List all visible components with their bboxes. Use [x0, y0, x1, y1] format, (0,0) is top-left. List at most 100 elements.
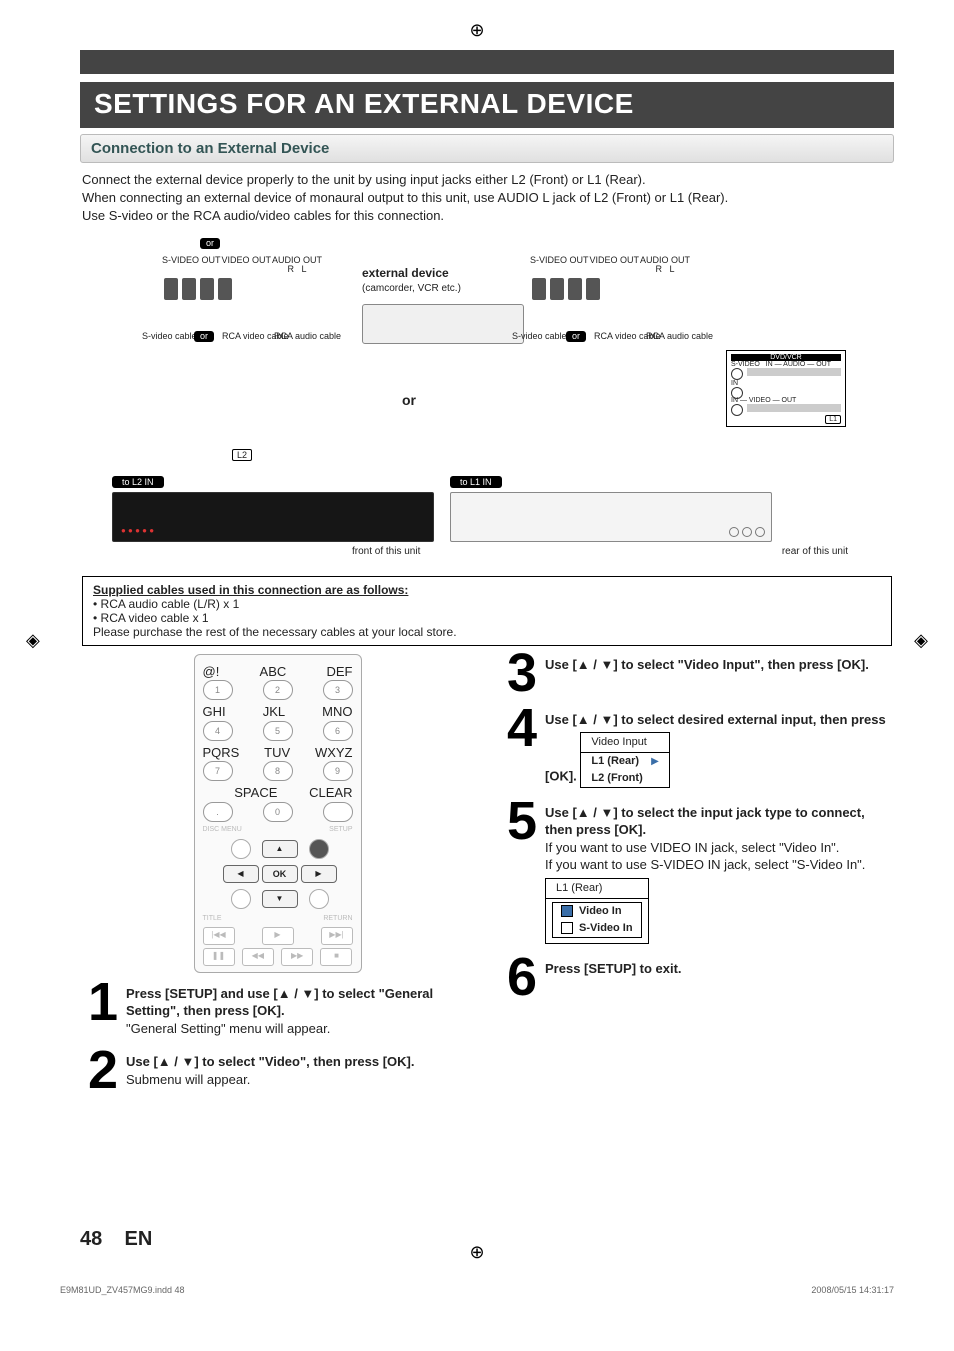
rca-audio-label: RCA audio cable [274, 331, 341, 341]
menu4-row1: L1 (Rear) [591, 754, 639, 769]
l1-badge: L1 [825, 415, 841, 424]
step-1: 1 Press [SETUP] and use [▲ / ▼] to selec… [80, 981, 475, 1038]
page-title: SETTINGS FOR AN EXTERNAL DEVICE [80, 82, 894, 128]
audio-r2: R [655, 264, 662, 274]
plug-icon [532, 278, 546, 300]
step-5-sub2: If you want to use S-VIDEO IN jack, sele… [545, 857, 865, 872]
menu5-row1: Video In [579, 904, 622, 919]
step-2-sub: Submenu will appear. [126, 1072, 250, 1087]
step-3: 3 Use [▲ / ▼] to select "Video Input", t… [499, 652, 894, 695]
port-svideo-out: S-VIDEO OUT [162, 256, 221, 276]
external-device-sub: (camcorder, VCR etc.) [362, 283, 461, 294]
ff-icon: ▶▶ [281, 948, 313, 966]
disc-menu-button [231, 839, 251, 859]
to-l2-in-label: to L2 IN [112, 476, 164, 488]
plug-icon [568, 278, 582, 300]
skip-fwd-icon: ▶▶| [321, 927, 353, 945]
rear-in-video-out: IN — VIDEO — OUT [731, 397, 841, 404]
setup-button [309, 839, 329, 859]
plug-icon [586, 278, 600, 300]
rear-in: IN [731, 380, 841, 387]
title-button [231, 889, 251, 909]
step-6: 6 Press [SETUP] to exit. [499, 956, 894, 999]
l1-rear-menu: L1 (Rear) Video In S-Video In [545, 878, 649, 944]
step-number-5: 5 [499, 800, 537, 944]
step-number-3: 3 [499, 652, 537, 695]
l2-badge: L2 [232, 449, 252, 461]
menu4-header: Video Input [581, 733, 668, 753]
rear-in-audio-out: IN — AUDIO — OUT [766, 361, 831, 368]
intro-line-3: Use S-video or the RCA audio/video cable… [82, 208, 444, 223]
skip-back-icon: |◀◀ [203, 927, 235, 945]
intro-line-1: Connect the external device properly to … [82, 172, 646, 187]
front-unit-illustration: ● ● ● ● ● [112, 492, 434, 542]
left-button: ◀ [223, 865, 259, 883]
step-number-6: 6 [499, 956, 537, 999]
plug-icon [200, 278, 214, 300]
or-pill-top-left: or [200, 238, 220, 250]
registration-mark-icon: ⊕ [469, 20, 484, 41]
step-5-main: Use [▲ / ▼] to select the input jack typ… [545, 805, 865, 838]
step-1-sub: "General Setting" menu will appear. [126, 1021, 330, 1036]
step-1-main: Press [SETUP] and use [▲ / ▼] to select … [126, 986, 433, 1019]
plug-icon [182, 278, 196, 300]
step-2: 2 Use [▲ / ▼] to select "Video", then pr… [80, 1049, 475, 1092]
dvd-vcr-panel: DVD/VCR S-VIDEO IN — AUDIO — OUT IN IN —… [726, 350, 846, 427]
print-file: E9M81UD_ZV457MG9.indd 48 [60, 1285, 185, 1295]
port-video-out-r: VIDEO OUT [589, 256, 639, 276]
play-icon: ▶ [262, 927, 294, 945]
cables-note-item-2: • RCA video cable x 1 [93, 611, 209, 625]
cables-note-item-1: • RCA audio cable (L/R) x 1 [93, 597, 239, 611]
print-metadata: E9M81UD_ZV457MG9.indd 48 2008/05/15 14:3… [60, 1285, 894, 1295]
setup-label: SETUP [329, 825, 352, 834]
right-button: ▶ [301, 865, 337, 883]
cables-note-footer: Please purchase the rest of the necessar… [93, 625, 457, 639]
cables-note-heading: Supplied cables used in this connection … [93, 583, 408, 597]
return-button [309, 889, 329, 909]
remote-illustration: @!ABCDEF 123 GHIJKLMNO 456 PQRSTUVWXYZ 7… [194, 654, 362, 973]
stop-icon: ■ [320, 948, 352, 966]
audio-r: R [287, 264, 294, 274]
dvd-vcr-label: DVD/VCR [731, 354, 841, 361]
or-pill-left: or [194, 331, 214, 343]
registration-mark-icon: ◈ [914, 630, 928, 651]
port-audio-out-r: AUDIO OUT [640, 255, 690, 265]
rew-icon: ◀◀ [242, 948, 274, 966]
plug-icon [218, 278, 232, 300]
menu5-row2: S-Video In [579, 921, 633, 936]
svideo-cable-label: S-video cable [142, 331, 197, 341]
to-l1-in-label: to L1 IN [450, 476, 502, 488]
page-lang: EN [124, 1228, 152, 1250]
big-or-label: or [402, 392, 416, 408]
port-audio-out: AUDIO OUT [272, 255, 322, 265]
rca-audio-label-r: RCA audio cable [646, 331, 713, 341]
page-footer: 48 EN [80, 1228, 152, 1251]
step-number-2: 2 [80, 1049, 118, 1092]
plug-icon [164, 278, 178, 300]
svideo-cable-label-r: S-video cable [512, 331, 567, 341]
page-number: 48 [80, 1228, 102, 1250]
port-video-out: VIDEO OUT [221, 256, 271, 276]
external-device-title: external device [362, 266, 449, 280]
audio-l: L [301, 264, 306, 274]
rear-caption: rear of this unit [782, 546, 848, 557]
registration-mark-icon: ⊕ [469, 1242, 484, 1263]
step-4: 4 Use [▲ / ▼] to select desired external… [499, 707, 894, 788]
up-button: ▲ [262, 840, 298, 858]
down-button: ▼ [262, 890, 298, 908]
header-strip [80, 50, 894, 74]
supplied-cables-note: Supplied cables used in this connection … [82, 576, 892, 646]
step-5: 5 Use [▲ / ▼] to select the input jack t… [499, 800, 894, 944]
plug-icon [550, 278, 564, 300]
connection-diagram: or S-VIDEO OUT VIDEO OUT AUDIO OUT R L S… [82, 232, 892, 572]
external-device-icon [362, 304, 524, 344]
menu4-row2: L2 (Front) [591, 771, 642, 786]
menu5-header: L1 (Rear) [546, 879, 648, 899]
print-timestamp: 2008/05/15 14:31:17 [811, 1285, 894, 1295]
step-3-main: Use [▲ / ▼] to select "Video Input", the… [545, 657, 869, 672]
or-pill-right: or [566, 331, 586, 343]
checkbox-selected-icon [561, 905, 573, 917]
video-input-menu: Video Input L1 (Rear)▶ L2 (Front) [580, 732, 669, 788]
step-2-main: Use [▲ / ▼] to select "Video", then pres… [126, 1054, 415, 1069]
step-number-4: 4 [499, 707, 537, 788]
